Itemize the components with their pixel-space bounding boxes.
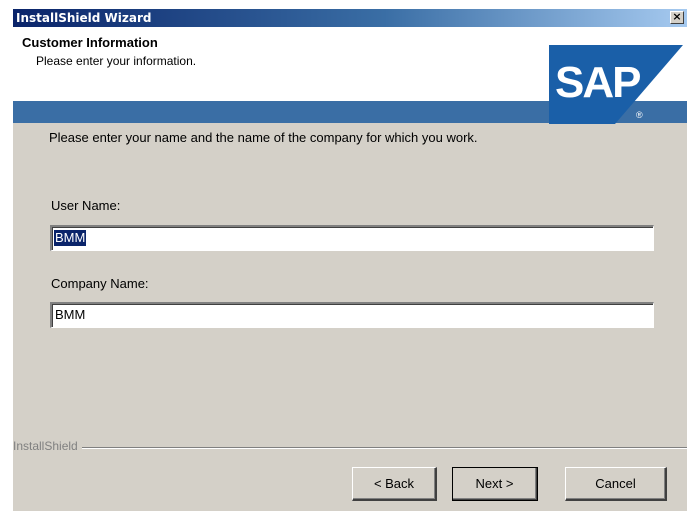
user-name-value: BMM — [54, 230, 87, 246]
close-button[interactable]: × — [670, 11, 684, 24]
company-name-value: BMM — [55, 307, 86, 322]
installshield-wizard-window: InstallShield Wizard × Customer Informat… — [12, 9, 687, 511]
sap-logo-icon: SAP ® — [549, 45, 683, 124]
next-button[interactable]: Next > — [452, 467, 538, 501]
user-name-label: User Name: — [51, 198, 121, 213]
window-title: InstallShield Wizard — [16, 11, 152, 25]
user-name-input[interactable]: BMM — [50, 225, 654, 251]
instruction-text: Please enter your name and the name of t… — [49, 130, 478, 145]
close-icon: × — [672, 10, 682, 23]
page-title: Customer Information — [22, 35, 158, 50]
installshield-brand-label: InstallShield — [13, 439, 82, 453]
back-button[interactable]: < Back — [352, 467, 437, 501]
title-bar[interactable]: InstallShield Wizard × — [13, 9, 687, 27]
sap-logo-text: SAP — [555, 58, 640, 107]
company-name-label: Company Name: — [51, 276, 149, 291]
cancel-button[interactable]: Cancel — [565, 467, 667, 501]
footer-divider — [13, 447, 687, 449]
registered-mark: ® — [636, 110, 643, 120]
page-subtitle: Please enter your information. — [36, 54, 197, 68]
company-name-input[interactable]: BMM — [50, 302, 654, 328]
